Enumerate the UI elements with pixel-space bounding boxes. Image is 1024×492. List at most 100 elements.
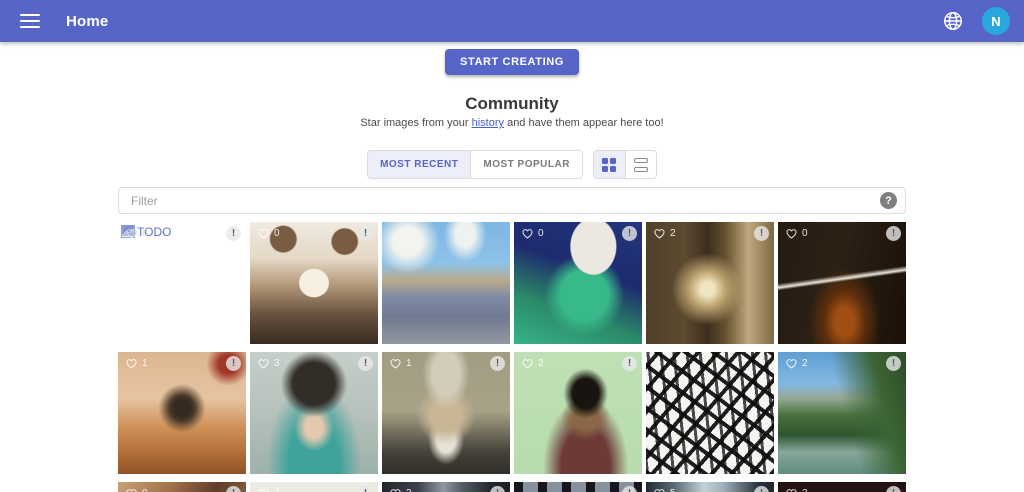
tile-image	[778, 352, 906, 474]
heart-icon	[786, 359, 797, 369]
like-button[interactable]: 2	[784, 356, 808, 370]
help-icon[interactable]: ?	[880, 192, 897, 209]
like-button[interactable]: 1	[388, 356, 412, 370]
like-count: 0	[274, 227, 280, 239]
image-tile-pale-landscape[interactable]: 3 !	[250, 482, 378, 492]
info-icon[interactable]: !	[622, 356, 637, 371]
tile-image	[778, 222, 906, 344]
history-link[interactable]: history	[472, 117, 504, 129]
like-count: 3	[406, 488, 412, 492]
info-icon[interactable]: !	[754, 226, 769, 241]
image-tile-desert-warrior[interactable]: 1 !	[118, 352, 246, 474]
like-button[interactable]: 0	[784, 226, 808, 240]
heart-icon	[786, 489, 797, 492]
filter-input[interactable]	[118, 187, 906, 214]
like-button[interactable]: 1	[124, 356, 148, 370]
tile-image	[646, 352, 774, 474]
info-icon[interactable]: !	[358, 226, 373, 241]
image-tile-red-blue-blinds[interactable]: 3 !	[778, 482, 906, 492]
like-button[interactable]: 5	[652, 486, 676, 492]
view-mode-toggle-group	[592, 150, 657, 179]
tile-image	[514, 222, 642, 344]
app-bar: Home N	[0, 0, 1024, 42]
user-avatar[interactable]: N	[982, 7, 1010, 35]
heart-icon	[126, 489, 137, 492]
tile-image	[514, 352, 642, 474]
image-tile-window-grid[interactable]: !	[514, 482, 642, 492]
image-tile-man-green-background[interactable]: 2 !	[514, 352, 642, 474]
subtitle-text: and have them appear here too!	[504, 117, 664, 129]
list-view-button[interactable]	[624, 151, 656, 178]
like-count: 0	[538, 227, 544, 239]
tile-image	[250, 352, 378, 474]
tile-image	[118, 222, 246, 344]
heart-icon	[258, 489, 269, 492]
image-tile-silhouette-bright-window[interactable]: 5 !	[646, 482, 774, 492]
menu-icon[interactable]	[20, 14, 40, 28]
like-button[interactable]: 3	[256, 486, 280, 492]
like-count: 1	[406, 357, 412, 369]
like-count: 3	[274, 357, 280, 369]
like-button[interactable]: 2	[520, 356, 544, 370]
sort-toggle-group: MOST RECENT MOST POPULAR	[367, 150, 583, 179]
info-icon[interactable]: !	[490, 356, 505, 371]
community-heading: Community	[465, 94, 559, 113]
info-icon[interactable]: !	[358, 356, 373, 371]
info-icon[interactable]: !	[886, 356, 901, 371]
heart-icon	[522, 229, 533, 239]
like-button[interactable]: 0	[124, 226, 148, 240]
grid-view-icon	[602, 157, 617, 172]
image-tile-spider-web-drawing[interactable]	[646, 352, 774, 474]
image-tile-dark-figures-window[interactable]: 3 !	[382, 482, 510, 492]
image-tile-glowing-bottle[interactable]: 2 !	[646, 222, 774, 344]
community-image-grid: TODO 0 ! 0 ! 0 ! 2 ! 0 ! 1 ! 3 ! 1 ! 2 !…	[118, 222, 906, 492]
like-count: 3	[802, 488, 808, 492]
image-tile-anime-green-hair-girl[interactable]: 0 !	[514, 222, 642, 344]
info-icon[interactable]: !	[226, 356, 241, 371]
tile-image	[646, 222, 774, 344]
image-tile-animal-fur-closeup[interactable]: 0 !	[118, 482, 246, 492]
image-tile-mountain-river-forest[interactable]: 2 !	[778, 352, 906, 474]
language-globe-icon[interactable]	[942, 10, 964, 32]
image-tile-elderly-man-portrait[interactable]: 1 !	[382, 352, 510, 474]
sort-most-popular-button[interactable]: MOST POPULAR	[470, 151, 582, 178]
heart-icon	[522, 359, 533, 369]
like-button[interactable]: 3	[256, 356, 280, 370]
heart-icon	[390, 359, 401, 369]
like-button[interactable]: 3	[388, 486, 412, 492]
like-button[interactable]: 0	[124, 486, 148, 492]
tile-image	[118, 352, 246, 474]
like-button[interactable]: 2	[652, 226, 676, 240]
sort-most-recent-button[interactable]: MOST RECENT	[368, 151, 471, 178]
heart-icon	[390, 489, 401, 492]
like-count: 5	[670, 488, 676, 492]
tile-image	[382, 352, 510, 474]
like-count: 2	[670, 227, 676, 239]
info-icon[interactable]: !	[886, 226, 901, 241]
tile-image	[382, 222, 510, 344]
image-tile-lightning-bottle[interactable]: 0 !	[778, 222, 906, 344]
community-subtitle: Star images from your history and have t…	[0, 117, 1024, 129]
heart-icon	[654, 489, 665, 492]
info-icon[interactable]: !	[226, 226, 241, 241]
info-icon[interactable]: !	[622, 226, 637, 241]
list-view-icon	[633, 157, 648, 172]
start-creating-button[interactable]: START CREATING	[445, 49, 579, 75]
tile-image	[250, 222, 378, 344]
heart-icon	[786, 229, 797, 239]
heart-icon	[126, 359, 137, 369]
subtitle-text: Star images from your	[360, 117, 472, 129]
grid-view-button[interactable]	[593, 151, 625, 178]
image-tile-anime-maid-girl[interactable]: 0 !	[250, 222, 378, 344]
image-tile-broken-image-todo[interactable]: TODO 0 !	[118, 222, 246, 344]
like-button[interactable]: 3	[784, 486, 808, 492]
image-tile-street-scene-painting[interactable]	[382, 222, 510, 344]
like-count: 0	[142, 488, 148, 492]
like-button[interactable]: 0	[520, 226, 544, 240]
heart-icon	[258, 229, 269, 239]
image-tile-smiling-woman[interactable]: 3 !	[250, 352, 378, 474]
like-button[interactable]: 0	[256, 226, 280, 240]
like-count: 2	[538, 357, 544, 369]
like-count: 3	[274, 488, 280, 492]
filter-container: ?	[118, 187, 906, 214]
